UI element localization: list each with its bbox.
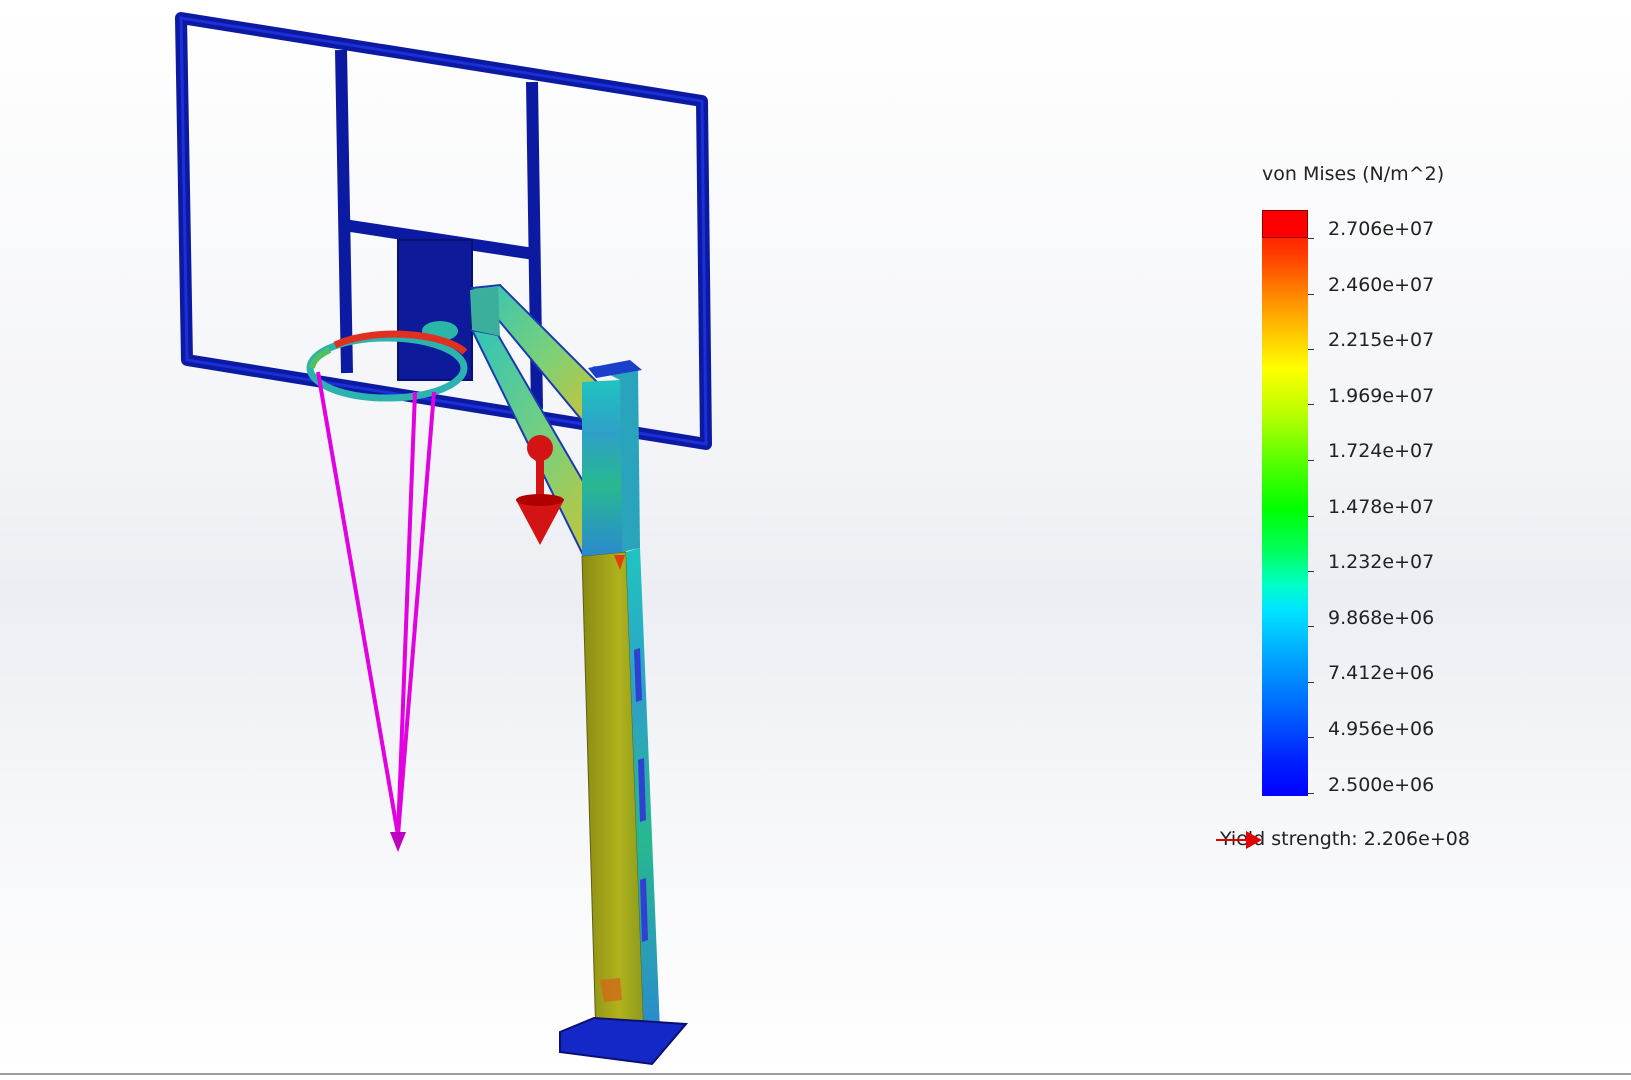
- viewport-bottom-border: [0, 1073, 1631, 1075]
- tick-mark: [1308, 626, 1314, 627]
- tick-label: 1.724e+07: [1328, 440, 1435, 462]
- yield-arrow-icon: [1216, 831, 1262, 849]
- tick-mark: [1308, 682, 1314, 683]
- stress-model: [175, 12, 712, 1066]
- tick-mark: [1308, 238, 1314, 239]
- tick-label: 2.706e+07: [1328, 218, 1435, 240]
- tick-mark: [1308, 404, 1314, 405]
- tick-label: 7.412e+06: [1328, 662, 1435, 684]
- colorbar: [1262, 210, 1308, 796]
- net-load-lines: [316, 371, 436, 836]
- base-plate: [559, 1016, 689, 1066]
- tick-mark: [1308, 516, 1314, 517]
- yield-strength-indicator: Yield strength: 2.206e+08: [1216, 828, 1470, 850]
- tick-label: 9.868e+06: [1328, 607, 1435, 629]
- legend-title: von Mises (N/m^2): [1262, 163, 1445, 185]
- pole: [581, 360, 660, 1041]
- tick-mark: [1308, 349, 1314, 350]
- tick-mark: [1308, 737, 1314, 738]
- tick-label: 1.969e+07: [1328, 385, 1435, 407]
- tick-mark: [1308, 793, 1314, 794]
- tick-mark: [1308, 460, 1314, 461]
- colorbar-max-cell: [1262, 210, 1308, 238]
- simulation-viewport[interactable]: von Mises (N/m^2) 2.706e+07 2.460e+07 2.…: [0, 0, 1631, 1080]
- tick-label: 4.956e+06: [1328, 718, 1435, 740]
- tick-label: 2.215e+07: [1328, 329, 1435, 351]
- tick-mark: [1308, 294, 1314, 295]
- net-load-arrow: [390, 832, 406, 852]
- tick-label: 1.232e+07: [1328, 551, 1435, 573]
- tick-mark: [1308, 571, 1314, 572]
- tick-label: 2.460e+07: [1328, 274, 1435, 296]
- tick-label: 1.478e+07: [1328, 496, 1435, 518]
- tick-label: 2.500e+06: [1328, 774, 1435, 796]
